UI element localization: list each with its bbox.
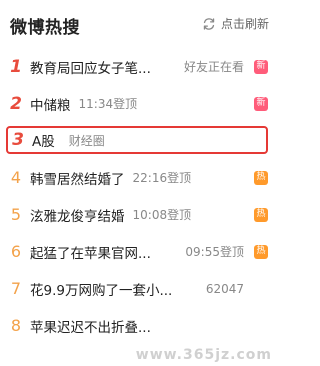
topic-meta: 10:08登顶 <box>132 208 192 222</box>
topic-meta: 62047 <box>205 281 244 296</box>
topic-link[interactable]: A股 <box>32 130 55 150</box>
topic-link[interactable]: 韩雪居然结婚了 <box>30 168 125 188</box>
topic-meta: 09:55登顶 <box>185 245 244 259</box>
list-item[interactable]: 5 泫雅龙俊亨结婚 10:08登顶 热 <box>0 196 278 233</box>
new-badge: 新 <box>254 59 268 74</box>
topic-meta: 11:34登顶 <box>78 97 138 111</box>
refresh-label: 点击刷新 <box>220 17 269 31</box>
rank-number: 4 <box>10 168 22 187</box>
page-title: 微博热搜 <box>10 18 80 38</box>
hot-search-list: 1 教育局回应女子笔... 好友正在看 新 2 中储粮 11:34登顶 新 3 … <box>0 48 278 344</box>
site-watermark: www.365jz.com <box>135 347 272 363</box>
list-item[interactable]: 4 韩雪居然结婚了 22:16登顶 热 <box>0 159 278 196</box>
new-badge: 新 <box>254 96 268 111</box>
topic-meta: 22:16登顶 <box>132 171 192 185</box>
hot-badge: 热 <box>254 207 268 222</box>
rank-number: 8 <box>10 316 22 335</box>
topic-meta: 财经圈 <box>68 133 105 148</box>
topic-link[interactable]: 花9.9万网购了一套小... <box>30 279 172 299</box>
hot-badge: 热 <box>254 244 268 259</box>
refresh-button[interactable]: 点击刷新 <box>201 15 269 32</box>
list-item[interactable]: 8 苹果迟迟不出折叠... <box>0 307 278 344</box>
rank-number: 7 <box>10 279 22 298</box>
topic-link[interactable]: 泫雅龙俊亨结婚 <box>30 205 125 225</box>
list-item[interactable]: 6 起猛了在苹果官网... 09:55登顶 热 <box>0 233 278 270</box>
topic-link[interactable]: 苹果迟迟不出折叠... <box>30 316 151 336</box>
list-item[interactable]: 1 教育局回应女子笔... 好友正在看 新 <box>0 48 278 85</box>
topic-link[interactable]: 起猛了在苹果官网... <box>30 242 151 262</box>
list-item[interactable]: 2 中储粮 11:34登顶 新 <box>0 85 278 122</box>
hot-search-header: 微博热搜 点击刷新 <box>0 0 278 46</box>
list-item-highlighted[interactable]: 3 A股 财经圈 <box>6 126 268 154</box>
rank-number: 3 <box>12 130 24 150</box>
rank-number: 2 <box>10 93 22 114</box>
rank-number: 5 <box>10 205 22 224</box>
rank-number: 1 <box>10 56 22 77</box>
topic-link[interactable]: 中储粮 <box>30 94 71 114</box>
list-item[interactable]: 7 花9.9万网购了一套小... 62047 <box>0 270 278 307</box>
rank-number: 6 <box>10 242 22 261</box>
topic-meta: 好友正在看 <box>183 60 244 74</box>
hot-badge: 热 <box>254 170 268 185</box>
topic-link[interactable]: 教育局回应女子笔... <box>30 57 151 77</box>
refresh-icon <box>203 17 215 30</box>
